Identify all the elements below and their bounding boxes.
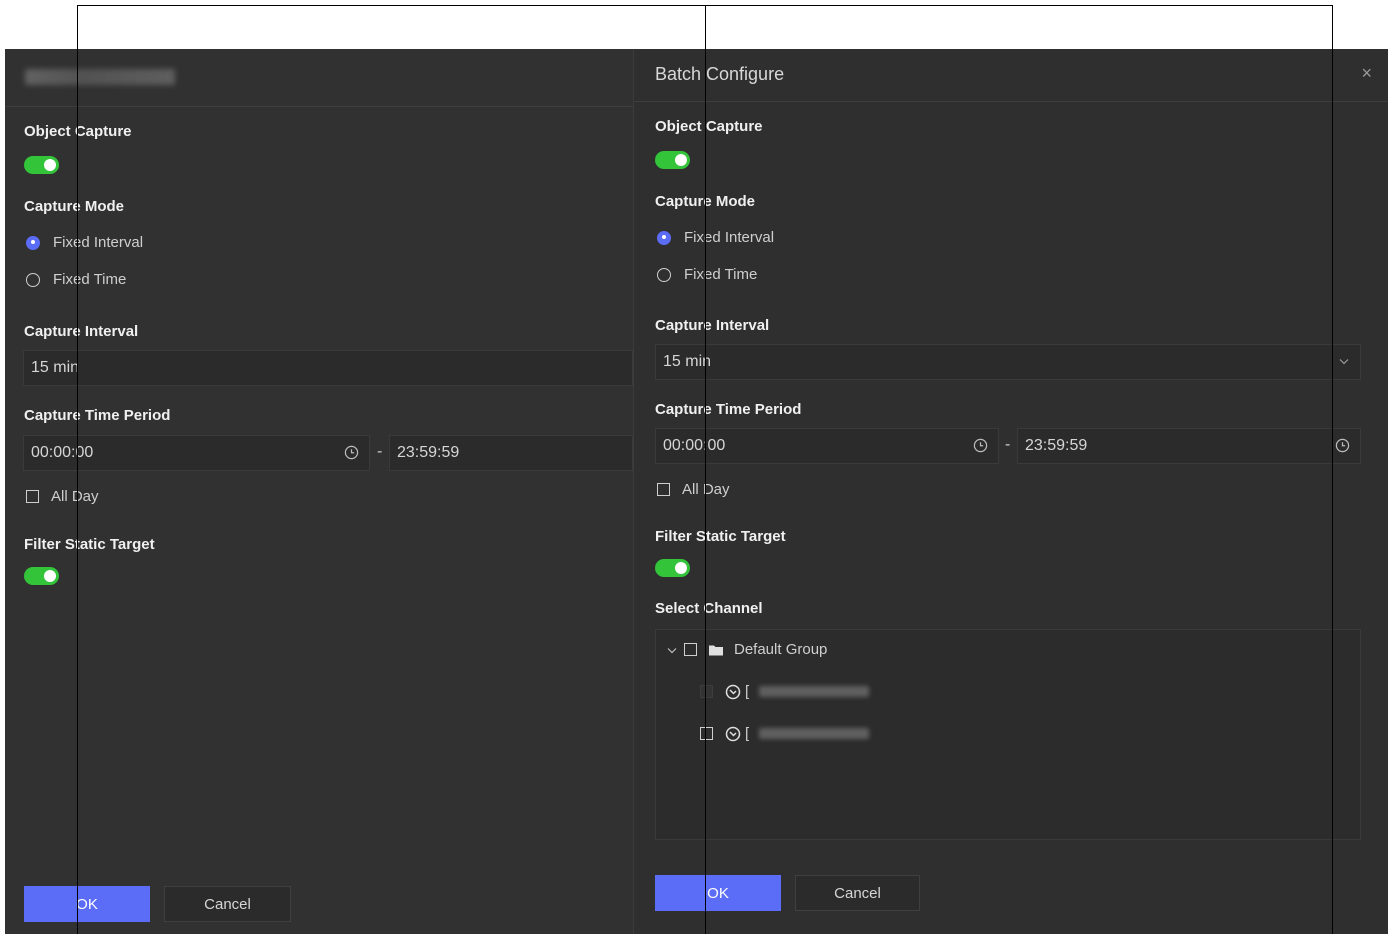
- camera-icon: [725, 726, 741, 741]
- camera-icon: [725, 684, 741, 699]
- frame-line: [705, 5, 706, 934]
- checkbox-icon: [26, 490, 39, 503]
- radio-selected-icon: [26, 235, 40, 250]
- ok-button[interactable]: OK: [655, 875, 781, 911]
- end-time-input[interactable]: 23:59:59: [1017, 428, 1361, 464]
- end-time-value: 23:59:59: [397, 444, 460, 461]
- capture-time-period-label: Capture Time Period: [24, 407, 171, 424]
- panel-header: [5, 49, 633, 107]
- capture-mode-label: Capture Mode: [24, 198, 125, 215]
- filter-static-target-toggle[interactable]: [24, 567, 59, 585]
- chevron-down-icon[interactable]: [666, 644, 678, 656]
- all-day-label: All Day: [51, 488, 99, 505]
- chevron-down-icon[interactable]: [1338, 355, 1350, 367]
- time-range-dash: -: [377, 443, 383, 460]
- camera-name-bracket: [: [745, 725, 750, 742]
- frame-line: [1332, 5, 1333, 934]
- checkbox-icon[interactable]: [700, 727, 713, 740]
- filter-static-target-label: Filter Static Target: [24, 536, 155, 553]
- tree-camera-item[interactable]: [: [700, 683, 870, 700]
- start-time-value: 00:00:00: [663, 437, 726, 454]
- object-capture-toggle[interactable]: [655, 151, 690, 169]
- channel-tree: Default Group [ [: [655, 629, 1361, 840]
- fixed-interval-label: Fixed Interval: [684, 229, 775, 246]
- checkbox-icon[interactable]: [684, 643, 697, 656]
- capture-interval-label: Capture Interval: [24, 323, 139, 340]
- group-name-label: Default Group: [734, 641, 828, 658]
- filter-static-target-toggle[interactable]: [655, 559, 690, 577]
- camera-title-blurred: [25, 69, 175, 85]
- capture-interval-value: 15 min: [31, 359, 80, 376]
- all-day-checkbox[interactable]: All Day: [26, 488, 99, 505]
- radio-unselected-icon: [26, 272, 40, 287]
- object-capture-label: Object Capture: [655, 118, 763, 135]
- end-time-value: 23:59:59: [1025, 437, 1088, 454]
- fixed-time-label: Fixed Time: [53, 271, 127, 288]
- clock-icon[interactable]: [1335, 438, 1350, 453]
- camera-settings-panel: Object Capture Capture Mode Fixed Interv…: [5, 49, 633, 934]
- end-time-input[interactable]: 23:59:59: [389, 435, 633, 471]
- time-range-dash: -: [1005, 436, 1011, 453]
- capture-interval-label: Capture Interval: [655, 317, 770, 334]
- frame-line: [77, 5, 78, 934]
- mode-fixed-interval-radio[interactable]: Fixed Interval: [26, 234, 143, 251]
- capture-time-period-label: Capture Time Period: [655, 401, 802, 418]
- tree-group-default[interactable]: Default Group: [666, 641, 827, 658]
- filter-static-target-label: Filter Static Target: [655, 528, 786, 545]
- radio-unselected-icon: [657, 267, 671, 282]
- camera-name-bracket: [: [745, 683, 750, 700]
- batch-configure-panel: Batch Configure × Object Capture Capture…: [633, 49, 1388, 934]
- camera-name-blurred: [759, 728, 870, 739]
- fixed-time-label: Fixed Time: [684, 266, 758, 283]
- clock-icon[interactable]: [973, 438, 988, 453]
- fixed-interval-label: Fixed Interval: [53, 234, 144, 251]
- object-capture-toggle[interactable]: [24, 156, 59, 174]
- start-time-input[interactable]: 00:00:00: [23, 435, 370, 471]
- panel-title: Batch Configure: [655, 64, 785, 84]
- start-time-value: 00:00:00: [31, 444, 94, 461]
- start-time-input[interactable]: 00:00:00: [655, 428, 999, 464]
- all-day-checkbox[interactable]: All Day: [657, 481, 730, 498]
- tree-camera-item[interactable]: [: [700, 725, 870, 742]
- ok-button[interactable]: OK: [24, 886, 150, 922]
- mode-fixed-time-radio[interactable]: Fixed Time: [657, 266, 757, 283]
- close-icon[interactable]: ×: [1361, 63, 1372, 84]
- camera-name-blurred: [759, 686, 870, 697]
- checkbox-disabled-icon: [700, 685, 713, 698]
- folder-icon: [709, 645, 723, 655]
- checkbox-icon: [657, 483, 670, 496]
- capture-interval-value: 15 min: [663, 353, 712, 370]
- radio-selected-icon: [657, 230, 671, 245]
- mode-fixed-interval-radio[interactable]: Fixed Interval: [657, 229, 774, 246]
- panel-header: Batch Configure ×: [634, 49, 1388, 102]
- capture-interval-select[interactable]: 15 min: [23, 350, 633, 386]
- capture-interval-select[interactable]: 15 min: [655, 344, 1361, 380]
- select-channel-label: Select Channel: [655, 600, 763, 617]
- cancel-button[interactable]: Cancel: [795, 875, 920, 911]
- clock-icon[interactable]: [344, 445, 359, 460]
- cancel-button[interactable]: Cancel: [164, 886, 291, 922]
